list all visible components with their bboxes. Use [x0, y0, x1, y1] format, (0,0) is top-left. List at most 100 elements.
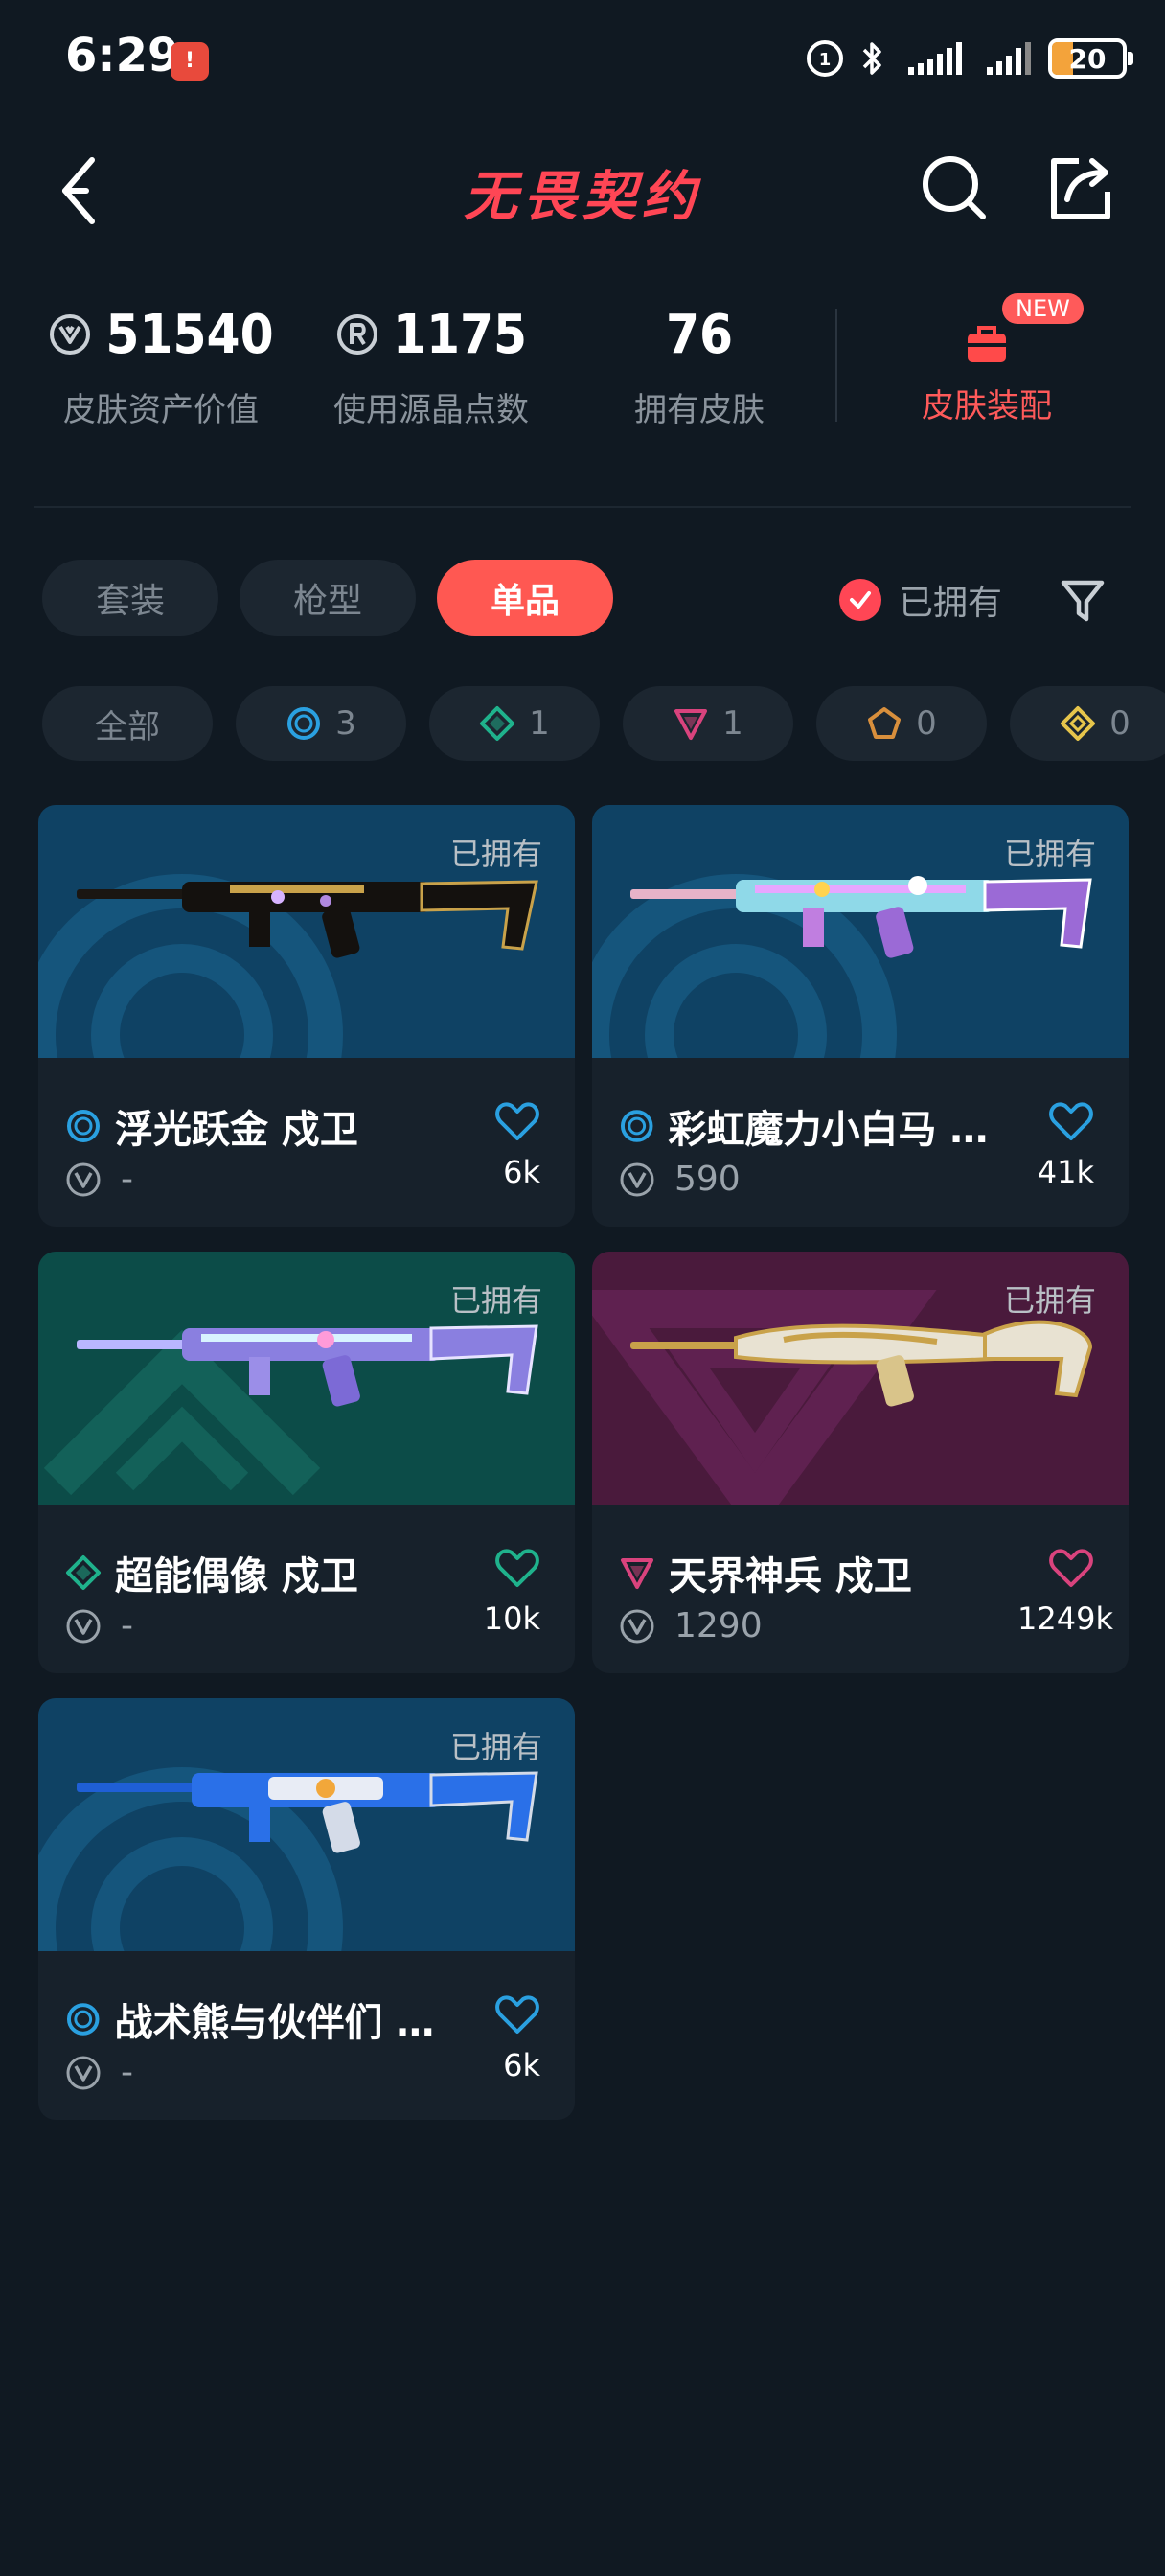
skin-loadout-label: 皮肤装配: [922, 387, 1052, 426]
rarity-chip-count: 0: [1109, 704, 1131, 743]
radianite-stat: 1175 使用源晶点数: [287, 301, 575, 430]
call-icon: 1: [807, 40, 843, 77]
asset-value-stat: 51540 皮肤资产价值: [17, 301, 305, 430]
skin-name: 战术熊与伙伴们 戍卫: [114, 2001, 468, 2045]
owned-tag: 已拥有: [1003, 836, 1096, 872]
skin-card[interactable]: 已拥有 超能偶像 戍卫 - 10k: [38, 1252, 575, 1673]
share-icon: [1051, 158, 1110, 219]
rarity-chip-all[interactable]: 全部: [42, 686, 213, 761]
select-tier-icon: [66, 2003, 100, 2036]
skin-image: 已拥有: [38, 1252, 575, 1505]
like-heart-icon[interactable]: [494, 1100, 540, 1142]
deluxe-tier-icon: [480, 706, 515, 741]
radianite-icon: [336, 314, 377, 355]
skin-image: 已拥有: [592, 1252, 1129, 1505]
like-heart-icon[interactable]: [494, 1993, 540, 2036]
owned-tag: 已拥有: [449, 1729, 542, 1765]
tab-weapon-types[interactable]: 枪型: [240, 560, 416, 636]
deluxe-tier-icon: [66, 1555, 101, 1590]
rarity-chip-premium[interactable]: 1: [623, 686, 793, 761]
rarity-chip-count: 1: [722, 704, 743, 743]
skins-owned-label: 拥有皮肤: [634, 391, 765, 429]
battery-indicator: 20: [1048, 38, 1133, 79]
signal-strength-icon: [908, 42, 962, 75]
category-tabs: 套装 枪型 单品: [42, 560, 613, 636]
exclusive-tier-icon: [868, 707, 902, 739]
rarity-chip-count: 3: [335, 704, 356, 743]
asset-value-label: 皮肤资产价值: [63, 391, 259, 429]
share-button[interactable]: [1044, 151, 1117, 224]
like-count: 10k: [483, 1600, 540, 1637]
app-screen: 6:29 ! 1 20 无畏契约 51540 皮肤资产价值 1175 使用源晶点…: [0, 0, 1165, 2576]
owned-tag: 已拥有: [449, 836, 542, 872]
skin-card[interactable]: 已拥有 浮光跃金 戍卫 - 6k: [38, 805, 575, 1227]
skin-image: 已拥有: [38, 1698, 575, 1951]
select-tier-icon: [287, 707, 321, 740]
search-icon: [923, 156, 986, 219]
skin-image: 已拥有: [38, 805, 575, 1058]
skin-image: 已拥有: [592, 805, 1129, 1058]
rarity-chip-select[interactable]: 3: [236, 686, 406, 761]
like-heart-icon[interactable]: [494, 1547, 540, 1589]
search-button[interactable]: [918, 151, 991, 224]
skin-card[interactable]: 已拥有 天界神兵 戍卫 1290 1249k: [592, 1252, 1129, 1673]
like-count: 41k: [1037, 1154, 1094, 1190]
checked-icon: [839, 579, 881, 621]
briefcase-icon: [968, 326, 1006, 362]
collection-stats: 51540 皮肤资产价值 1175 使用源晶点数 76 拥有皮肤 NEW 皮肤装…: [0, 288, 1165, 450]
skin-name: 天界神兵 戍卫: [669, 1554, 912, 1598]
skin-loadout-button[interactable]: NEW 皮肤装配: [862, 293, 1111, 426]
radianite-points: 1175: [392, 303, 528, 366]
skin-name: 超能偶像 戍卫: [115, 1554, 358, 1598]
rarity-chip-exclusive[interactable]: 0: [816, 686, 987, 761]
owned-filter-toggle[interactable]: 已拥有: [839, 573, 1002, 627]
valorant-points-icon: [620, 1162, 654, 1196]
like-count: 6k: [503, 2047, 540, 2083]
app-header: 无畏契约: [0, 134, 1165, 249]
skin-price: -: [121, 2053, 133, 2092]
radianite-label: 使用源晶点数: [333, 391, 529, 429]
ultra-tier-icon: [1061, 706, 1096, 741]
status-icons: 1 20: [805, 33, 1133, 84]
skins-owned-count: 76: [665, 303, 734, 366]
owned-tag: 已拥有: [449, 1282, 542, 1319]
valorant-points-icon: [50, 314, 91, 355]
like-count: 1249k: [1017, 1600, 1113, 1637]
rarity-chip-count: 0: [916, 704, 937, 743]
skin-card[interactable]: 已拥有 彩虹魔力小白马 戍卫 590 41k: [592, 805, 1129, 1227]
notification-badge: !: [171, 42, 209, 80]
premium-tier-icon: [674, 709, 708, 740]
rarity-chip-ultra[interactable]: 0: [1010, 686, 1165, 761]
rarity-filter-row: 全部 3 1 1 0 0: [42, 686, 1165, 761]
select-tier-icon: [620, 1110, 653, 1142]
battery-level: 20: [1068, 42, 1107, 75]
asset-value: 51540: [105, 303, 274, 366]
bluetooth-icon: [862, 42, 881, 75]
status-time: 6:29: [65, 29, 180, 82]
svg-text:1: 1: [819, 50, 832, 70]
like-heart-icon[interactable]: [1048, 1547, 1094, 1589]
status-bar: 6:29 ! 1 20: [0, 0, 1165, 115]
select-tier-icon: [67, 1110, 100, 1142]
filter-icon: [1061, 580, 1105, 622]
rarity-chip-count: 1: [529, 704, 550, 743]
skin-card[interactable]: 已拥有 战术熊与伙伴们 戍卫 - 6k: [38, 1698, 575, 2120]
skin-name: 彩虹魔力小白马 戍卫: [668, 1108, 1021, 1152]
skin-price: 590: [674, 1160, 741, 1199]
section-divider: [34, 506, 1131, 508]
tab-single-items[interactable]: 单品: [437, 560, 613, 636]
valorant-points-icon: [620, 1609, 654, 1643]
skin-price: -: [121, 1606, 133, 1645]
tab-bundles[interactable]: 套装: [42, 560, 218, 636]
like-heart-icon[interactable]: [1048, 1100, 1094, 1142]
rarity-chip-label: 全部: [95, 707, 160, 747]
filter-button[interactable]: [1054, 571, 1111, 629]
rarity-chip-deluxe[interactable]: 1: [429, 686, 600, 761]
like-count: 6k: [503, 1154, 540, 1190]
owned-filter-label: 已拥有: [899, 584, 1003, 623]
valorant-points-icon: [66, 2056, 101, 2089]
valorant-points-icon: [66, 1609, 101, 1643]
owned-tag: 已拥有: [1003, 1282, 1096, 1319]
stats-divider: [835, 309, 837, 422]
valorant-points-icon: [66, 1162, 101, 1196]
